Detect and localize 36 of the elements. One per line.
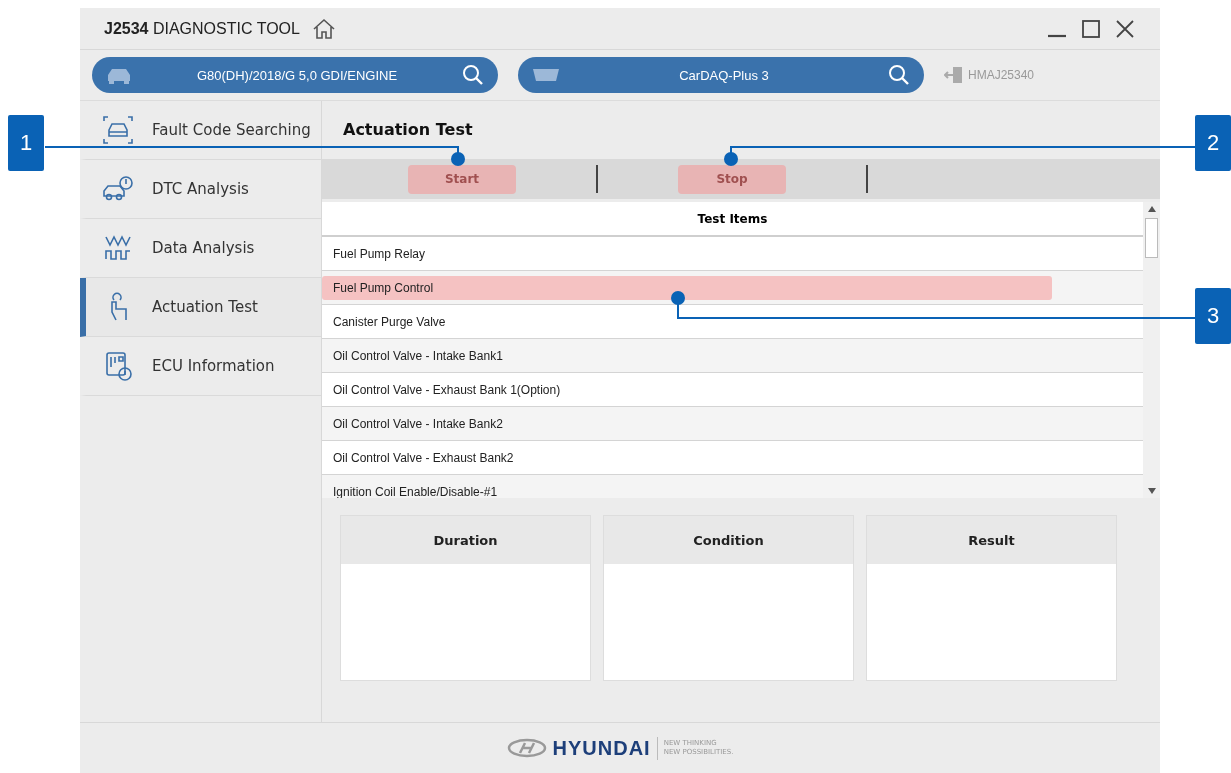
callout-number: 2 bbox=[1195, 115, 1231, 171]
home-icon[interactable] bbox=[311, 17, 336, 40]
user-id: HMAJ25340 bbox=[968, 68, 1035, 82]
callout-number: 3 bbox=[1195, 288, 1231, 344]
maximize-icon[interactable] bbox=[1080, 17, 1102, 40]
panel-header: Condition bbox=[604, 516, 853, 564]
column-header: Test Items bbox=[322, 202, 1143, 237]
page-title: Actuation Test bbox=[343, 120, 473, 140]
scroll-thumb[interactable] bbox=[1145, 218, 1158, 258]
scrollbar[interactable] bbox=[1143, 202, 1160, 498]
brand-name: HYUNDAI bbox=[552, 736, 658, 760]
sidebar-item[interactable]: Actuation Test bbox=[80, 278, 321, 337]
panel-header: Result bbox=[867, 516, 1116, 564]
waveform-icon bbox=[102, 233, 134, 263]
connector-icon bbox=[532, 68, 560, 82]
search-icon[interactable] bbox=[462, 64, 484, 86]
sidebar-item[interactable]: Fault Code Searching bbox=[80, 101, 321, 160]
panel-header: Duration bbox=[341, 516, 590, 564]
callout-number: 1 bbox=[8, 115, 44, 171]
test-item-row[interactable]: Fuel Pump Control bbox=[322, 275, 1052, 300]
test-item-row[interactable]: Oil Control Valve - Exhaust Bank 1(Option) bbox=[322, 377, 1052, 402]
scroll-down-icon[interactable] bbox=[1147, 488, 1156, 494]
test-item-row[interactable]: Fuel Pump Relay bbox=[322, 241, 1052, 266]
car-icon bbox=[106, 66, 132, 84]
test-item-row[interactable]: Canister Purge Valve bbox=[322, 309, 1052, 334]
sidebar-item[interactable]: ECU Information bbox=[80, 337, 321, 396]
brand-logo-icon bbox=[506, 738, 547, 758]
device-selector[interactable]: CarDAQ-Plus 3 bbox=[518, 57, 924, 93]
test-item-row[interactable]: Oil Control Valve - Exhaust Bank2 bbox=[322, 445, 1052, 470]
car-scan-icon bbox=[102, 115, 134, 145]
search-icon[interactable] bbox=[888, 64, 910, 86]
scroll-up-icon[interactable] bbox=[1147, 206, 1156, 212]
close-icon[interactable] bbox=[1114, 17, 1136, 40]
vehicle-selector[interactable]: G80(DH)/2018/G 5,0 GDI/ENGINE bbox=[92, 57, 498, 93]
window-title: J2534 DIAGNOSTIC TOOL bbox=[104, 19, 300, 38]
sidebar-item[interactable]: DTC Analysis bbox=[80, 160, 321, 219]
